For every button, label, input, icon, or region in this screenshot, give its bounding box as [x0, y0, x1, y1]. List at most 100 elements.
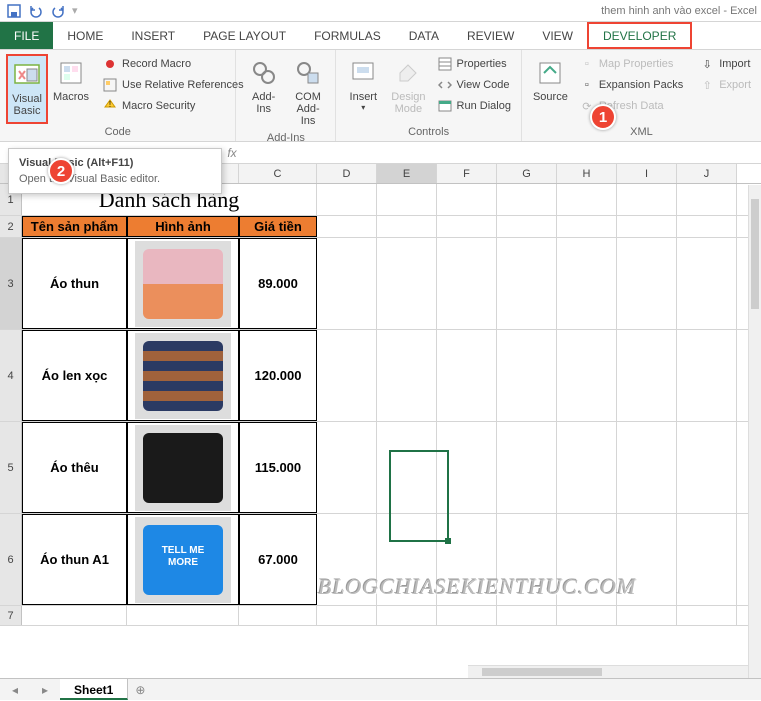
code-icon: [437, 77, 453, 93]
add-sheet-button[interactable]: ⊕: [128, 683, 152, 697]
export-button[interactable]: ⇧Export: [695, 75, 755, 95]
row-header[interactable]: 4: [0, 330, 22, 421]
relative-refs-button[interactable]: Use Relative References: [98, 75, 248, 95]
tab-formulas[interactable]: FORMULAS: [300, 22, 395, 49]
group-controls-label: Controls: [336, 124, 521, 141]
redo-icon[interactable]: [50, 3, 66, 19]
record-macro-button[interactable]: Record Macro: [98, 54, 248, 74]
macros-button[interactable]: Macros: [50, 54, 92, 124]
v-scroll-thumb[interactable]: [751, 199, 759, 309]
product-image: [135, 333, 231, 419]
product-name[interactable]: Áo thêu: [22, 422, 127, 513]
header-price[interactable]: Giá tiền: [239, 216, 317, 237]
expansion-icon: ▫: [579, 77, 595, 93]
table-row: 5Áo thêu 115.000: [0, 422, 761, 514]
group-code-label: Code: [0, 124, 235, 141]
ribbon-tabs: FILE HOME INSERT PAGE LAYOUT FORMULAS DA…: [0, 22, 761, 50]
col-H[interactable]: H: [557, 164, 617, 183]
row-header[interactable]: 6: [0, 514, 22, 605]
addins-button[interactable]: Add-Ins: [242, 54, 284, 130]
product-price[interactable]: 115.000: [239, 422, 317, 513]
run-dialog-button[interactable]: Run Dialog: [433, 96, 515, 116]
tab-file[interactable]: FILE: [0, 22, 53, 49]
properties-icon: [437, 56, 453, 72]
row-7-header[interactable]: 7: [0, 606, 22, 625]
import-button[interactable]: ⇩Import: [695, 54, 755, 74]
sheet-tab-bar: ◂▸ Sheet1 ⊕: [0, 678, 761, 700]
import-icon: ⇩: [699, 56, 715, 72]
tab-view[interactable]: VIEW: [528, 22, 587, 49]
visual-basic-button[interactable]: Visual Basic: [6, 54, 48, 124]
callout-2: 2: [48, 158, 74, 184]
header-name[interactable]: Tên sản phẩm: [22, 216, 127, 237]
tab-review[interactable]: REVIEW: [453, 22, 528, 49]
tab-page-layout[interactable]: PAGE LAYOUT: [189, 22, 300, 49]
com-addins-button[interactable]: COM Add-Ins: [287, 54, 329, 130]
save-icon[interactable]: [6, 3, 22, 19]
h-scroll-thumb[interactable]: [482, 668, 602, 676]
tab-data[interactable]: DATA: [395, 22, 453, 49]
product-price[interactable]: 67.000: [239, 514, 317, 605]
quick-access-toolbar: ▾: [0, 3, 78, 19]
group-addins: Add-Ins COM Add-Ins Add-Ins: [236, 50, 336, 141]
vertical-scrollbar[interactable]: [748, 185, 761, 678]
undo-icon[interactable]: [28, 3, 44, 19]
group-xml-label: XML: [522, 124, 761, 141]
run-icon: [437, 98, 453, 114]
tab-insert[interactable]: INSERT: [117, 22, 189, 49]
source-button[interactable]: Source: [528, 54, 573, 124]
product-image: TELL MEMORE: [135, 517, 231, 603]
product-name[interactable]: Áo len xọc: [22, 330, 127, 421]
product-price[interactable]: 89.000: [239, 238, 317, 329]
product-image-cell[interactable]: [127, 422, 239, 513]
ribbon: 1 2 Visual Basic Macros Record Macro Use…: [0, 50, 761, 142]
sheet-tab-1[interactable]: Sheet1: [60, 679, 128, 700]
product-image-cell[interactable]: TELL MEMORE: [127, 514, 239, 605]
col-F[interactable]: F: [437, 164, 497, 183]
product-name[interactable]: Áo thun: [22, 238, 127, 329]
svg-text:!: !: [109, 100, 111, 109]
visual-basic-label: Visual Basic: [12, 93, 42, 117]
row-2-header[interactable]: 2: [0, 216, 22, 237]
callout-1: 1: [590, 104, 616, 130]
design-mode-button[interactable]: Design Mode: [386, 54, 430, 124]
fx-icon[interactable]: fx: [220, 146, 244, 160]
product-image-cell[interactable]: [127, 330, 239, 421]
map-icon: ▫: [579, 56, 595, 72]
window-title: them hinh anh vào excel - Excel: [601, 5, 761, 17]
expansion-packs-button[interactable]: ▫Expansion Packs: [575, 75, 687, 95]
properties-button[interactable]: Properties: [433, 54, 515, 74]
group-controls: Insert▾ Design Mode Properties View Code…: [336, 50, 522, 141]
header-image[interactable]: Hình ảnh: [127, 216, 239, 237]
sheet-nav[interactable]: ◂▸: [0, 683, 60, 697]
insert-icon: [347, 57, 379, 89]
relative-icon: [102, 77, 118, 93]
group-xml: Source ▫Map Properties ▫Expansion Packs …: [522, 50, 761, 141]
macros-icon: [55, 57, 87, 89]
col-D[interactable]: D: [317, 164, 377, 183]
tab-developer[interactable]: DEVELOPER: [587, 22, 692, 49]
addins-icon: [248, 57, 280, 89]
insert-control-button[interactable]: Insert▾: [342, 54, 384, 124]
col-G[interactable]: G: [497, 164, 557, 183]
horizontal-scrollbar[interactable]: [468, 665, 748, 678]
watermark: BLOGCHIASEKIENTHUC.COM: [318, 574, 636, 600]
product-price[interactable]: 120.000: [239, 330, 317, 421]
tab-home[interactable]: HOME: [53, 22, 117, 49]
macro-security-button[interactable]: !Macro Security: [98, 96, 248, 116]
com-addins-icon: [292, 57, 324, 89]
product-image-cell[interactable]: [127, 238, 239, 329]
col-I[interactable]: I: [617, 164, 677, 183]
view-code-button[interactable]: View Code: [433, 75, 515, 95]
map-properties-button[interactable]: ▫Map Properties: [575, 54, 687, 74]
row-header[interactable]: 5: [0, 422, 22, 513]
col-J[interactable]: J: [677, 164, 737, 183]
col-E[interactable]: E: [377, 164, 437, 183]
group-code: Visual Basic Macros Record Macro Use Rel…: [0, 50, 236, 141]
macros-label: Macros: [53, 91, 89, 103]
col-C[interactable]: C: [239, 164, 317, 183]
title-bar: ▾ them hinh anh vào excel - Excel: [0, 0, 761, 22]
row-header[interactable]: 3: [0, 238, 22, 329]
visual-basic-tooltip: Visual Basic (Alt+F11) Open the Visual B…: [8, 148, 222, 194]
product-name[interactable]: Áo thun A1: [22, 514, 127, 605]
